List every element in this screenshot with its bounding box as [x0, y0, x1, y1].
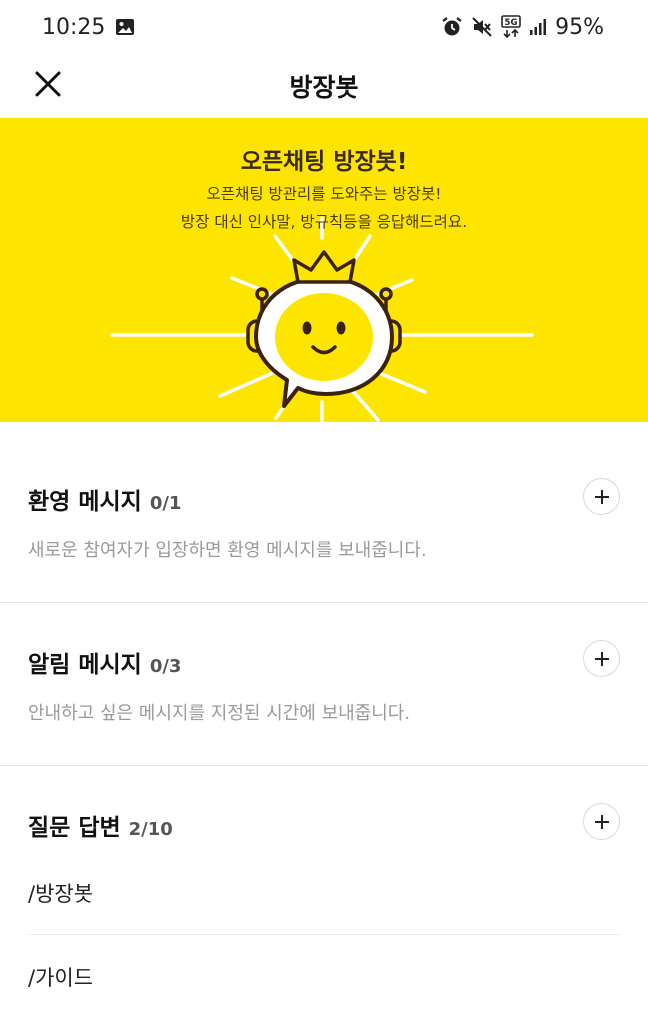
plus-icon: [594, 489, 609, 504]
qa-section: 질문 답변 2/10 /방장봇 /가이드: [0, 766, 648, 1036]
section-count: 0/1: [149, 493, 182, 514]
signal-icon: [529, 18, 547, 36]
network-5g-icon: 5G: [501, 15, 521, 39]
section-description: 안내하고 싶은 메시지를 지정된 시간에 보내줍니다.: [28, 703, 411, 724]
notice-message-section: 알림 메시지 0/3 안내하고 싶은 메시지를 지정된 시간에 보내줍니다.: [0, 603, 648, 765]
section-title: 알림 메시지: [28, 652, 142, 678]
close-icon: [35, 71, 61, 97]
status-bar: 10:25 5G 95%: [0, 0, 648, 54]
banner-description-line1: 오픈채팅 방관리를 도와주는 방장봇!: [206, 185, 442, 203]
add-welcome-message-button[interactable]: [583, 478, 620, 515]
open-chat-bot-screen: 10:25 5G 95% 방장봇 오픈채팅 방장봇! 오픈채팅 방관리를 도와주…: [0, 0, 648, 1036]
section-title: 환영 메시지: [28, 489, 142, 515]
section-count: 0/3: [149, 656, 182, 677]
add-qa-button[interactable]: [583, 803, 620, 840]
section-description: 새로운 참여자가 입장하면 환영 메시지를 보내줍니다.: [28, 540, 427, 561]
qa-command-item[interactable]: /방장봇: [28, 878, 622, 908]
banner-description-line2: 방장 대신 인사말, 방규칙등을 응답해드려요.: [180, 213, 468, 231]
intro-banner: 오픈채팅 방장봇! 오픈채팅 방관리를 도와주는 방장봇! 방장 대신 인사말,…: [0, 118, 648, 422]
welcome-message-section: 환영 메시지 0/1 새로운 참여자가 입장하면 환영 메시지를 보내줍니다.: [0, 422, 648, 602]
app-bar: 방장봇: [0, 54, 648, 118]
plus-icon: [594, 814, 609, 829]
qa-command-item[interactable]: /가이드: [28, 962, 622, 992]
section-count: 2/10: [128, 819, 173, 840]
plus-icon: [594, 651, 609, 666]
page-title: 방장봇: [289, 73, 359, 102]
close-button[interactable]: [28, 64, 68, 104]
section-title: 질문 답변: [28, 815, 121, 841]
status-time: 10:25: [42, 14, 106, 40]
battery-percent: 95%: [555, 14, 604, 40]
vibrate-mute-icon: [471, 16, 493, 38]
banner-title: 오픈채팅 방장봇!: [240, 149, 408, 175]
image-icon: [115, 18, 135, 36]
svg-text:5G: 5G: [505, 18, 518, 28]
add-notice-message-button[interactable]: [583, 640, 620, 677]
list-divider: [28, 934, 622, 935]
alarm-icon: [441, 16, 463, 38]
